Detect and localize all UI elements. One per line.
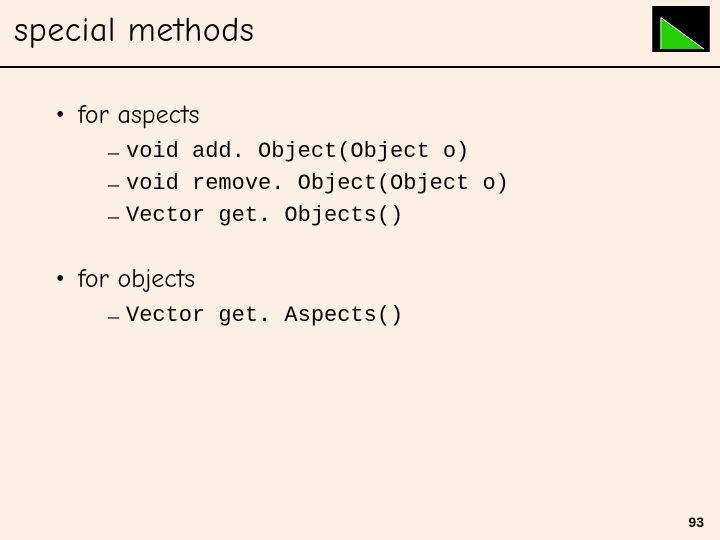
section-objects: for objects Vector get. Aspects() (56, 264, 676, 332)
code-line: void add. Object(Object o) (108, 136, 676, 168)
aspects-methods-list: void add. Object(Object o) void remove. … (78, 136, 676, 232)
code-line: Vector get. Aspects() (108, 300, 676, 332)
code-line: void remove. Object(Object o) (108, 168, 676, 200)
objects-methods-list: Vector get. Aspects() (78, 300, 676, 332)
corner-logo-icon (652, 6, 710, 52)
title-rule (0, 66, 720, 68)
code-line: Vector get. Objects() (108, 200, 676, 232)
content-list: for aspects void add. Object(Object o) v… (56, 100, 676, 364)
page-number: 93 (688, 514, 704, 530)
slide-title: special methods (14, 10, 254, 50)
section-aspects: for aspects void add. Object(Object o) v… (56, 100, 676, 232)
section-heading: for objects (78, 264, 195, 294)
section-heading: for aspects (78, 100, 199, 130)
